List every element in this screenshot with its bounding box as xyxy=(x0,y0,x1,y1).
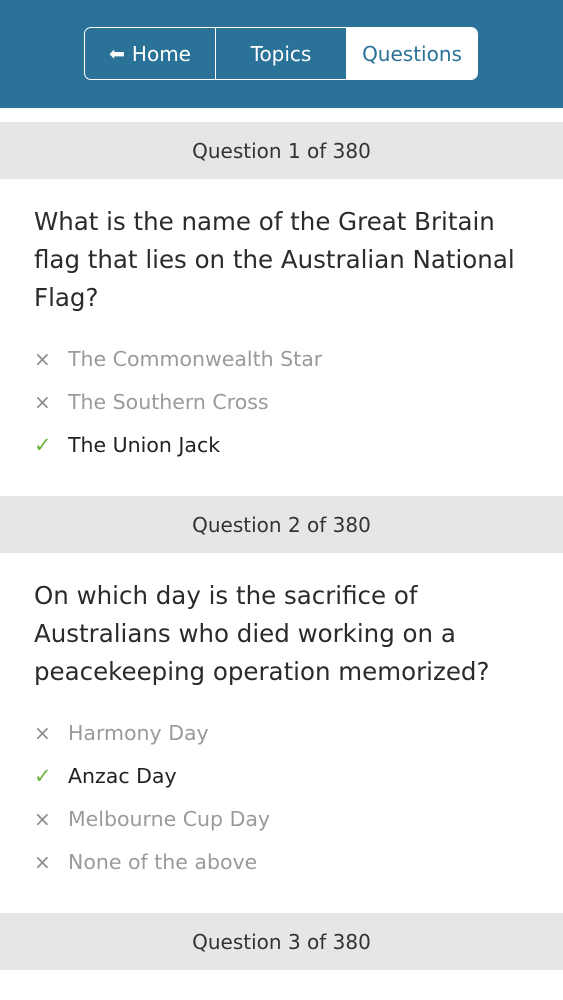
home-button[interactable]: ⬅ Home xyxy=(85,28,215,79)
topics-label: Topics xyxy=(250,41,312,66)
answer-label: The Union Jack xyxy=(68,432,221,457)
questions-tab[interactable]: Questions xyxy=(346,28,477,79)
answer-option[interactable]: × Melbourne Cup Day xyxy=(34,797,529,840)
answer-label: The Commonwealth Star xyxy=(68,346,323,371)
answer-option[interactable]: × The Commonwealth Star xyxy=(34,337,529,380)
cross-icon: × xyxy=(34,720,51,745)
question-header: Question 2 of 380 xyxy=(0,496,563,553)
answer-label: None of the above xyxy=(68,849,258,874)
question-card: What is the name of the Great Britain fl… xyxy=(0,179,563,496)
answer-option[interactable]: × The Southern Cross xyxy=(34,380,529,423)
home-label: Home xyxy=(131,41,191,66)
question-text: What is the name of the Great Britain fl… xyxy=(34,207,515,312)
answer-option-correct[interactable]: ✓ The Union Jack xyxy=(34,423,529,466)
answer-label: Anzac Day xyxy=(68,763,177,788)
answer-option-correct[interactable]: ✓ Anzac Day xyxy=(34,754,529,797)
question-counter: Question 2 of 380 xyxy=(192,512,371,537)
answer-option[interactable]: × None of the above xyxy=(34,840,529,883)
question-text: On which day is the sacrifice of Austral… xyxy=(34,581,490,686)
cross-icon: × xyxy=(34,806,51,831)
cross-icon: × xyxy=(34,389,51,414)
arrow-left-icon: ⬅ xyxy=(109,42,125,65)
answer-label: Melbourne Cup Day xyxy=(68,806,271,831)
question-counter: Question 3 of 380 xyxy=(192,929,371,954)
answer-option[interactable]: × Harmony Day xyxy=(34,711,529,754)
answer-label: Harmony Day xyxy=(68,720,209,745)
questions-label: Questions xyxy=(362,41,462,66)
checkmark-icon: ✓ xyxy=(34,432,52,457)
nav-segmented-control: ⬅ Home Topics Questions xyxy=(84,27,478,80)
app-header: ⬅ Home Topics Questions xyxy=(0,0,563,108)
cross-icon: × xyxy=(34,346,51,371)
checkmark-icon: ✓ xyxy=(34,763,52,788)
question-card: On which day is the sacrifice of Austral… xyxy=(0,553,563,913)
cross-icon: × xyxy=(34,849,51,874)
answer-label: The Southern Cross xyxy=(68,389,269,414)
question-header: Question 3 of 380 xyxy=(0,913,563,970)
topics-tab[interactable]: Topics xyxy=(215,28,346,79)
question-counter: Question 1 of 380 xyxy=(192,138,371,163)
question-header: Question 1 of 380 xyxy=(0,122,563,179)
spacer xyxy=(0,108,563,122)
